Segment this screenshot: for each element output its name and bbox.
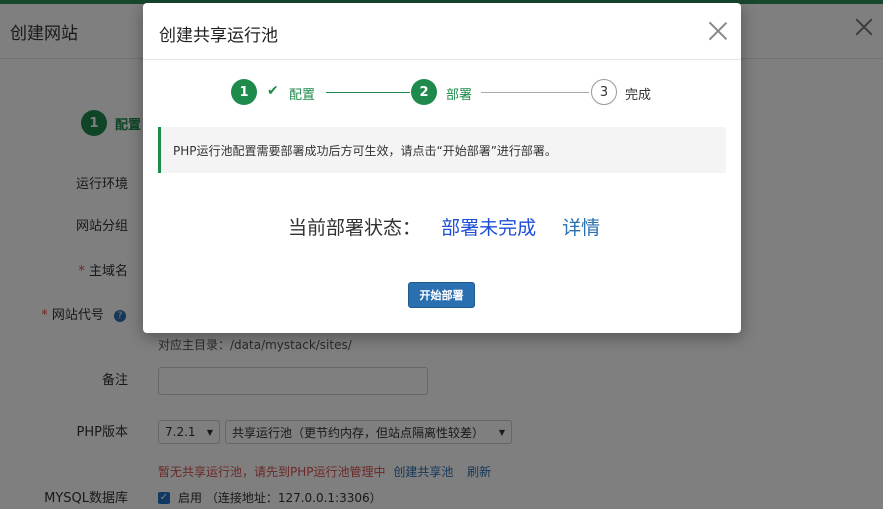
check-icon: ✔ <box>267 83 279 99</box>
notice-text: PHP运行池配置需要部署成功后方可生效，请点击“开始部署”进行部署。 <box>173 144 557 158</box>
step-1-circle: 1 <box>231 79 257 105</box>
modal-title: 创建共享运行池 <box>159 26 278 46</box>
details-link[interactable]: 详情 <box>562 217 600 239</box>
create-shared-pool-modal: 创建共享运行池 1 ✔ 配置 2 部署 3 完成 PHP运行池配置需要部署成功后… <box>143 3 741 333</box>
status-value: 部署未完成 <box>441 217 537 239</box>
deploy-notice: PHP运行池配置需要部署成功后方可生效，请点击“开始部署”进行部署。 <box>158 127 726 173</box>
step-connector <box>326 92 410 93</box>
step-1-label: 配置 <box>289 88 316 103</box>
close-icon[interactable] <box>707 20 729 42</box>
status-label: 当前部署状态： <box>288 217 422 239</box>
step-connector <box>481 92 589 93</box>
step-2-circle: 2 <box>411 79 437 105</box>
step-3-label: 完成 <box>625 88 652 103</box>
modal-header: 创建共享运行池 <box>143 3 741 60</box>
step-2-label: 部署 <box>446 88 473 103</box>
stepper: 1 ✔ 配置 2 部署 3 完成 <box>231 79 671 107</box>
step-3-circle: 3 <box>591 79 617 105</box>
start-deploy-button[interactable]: 开始部署 <box>408 282 475 308</box>
deploy-status-row: 当前部署状态： 部署未完成 详情 <box>288 213 600 240</box>
